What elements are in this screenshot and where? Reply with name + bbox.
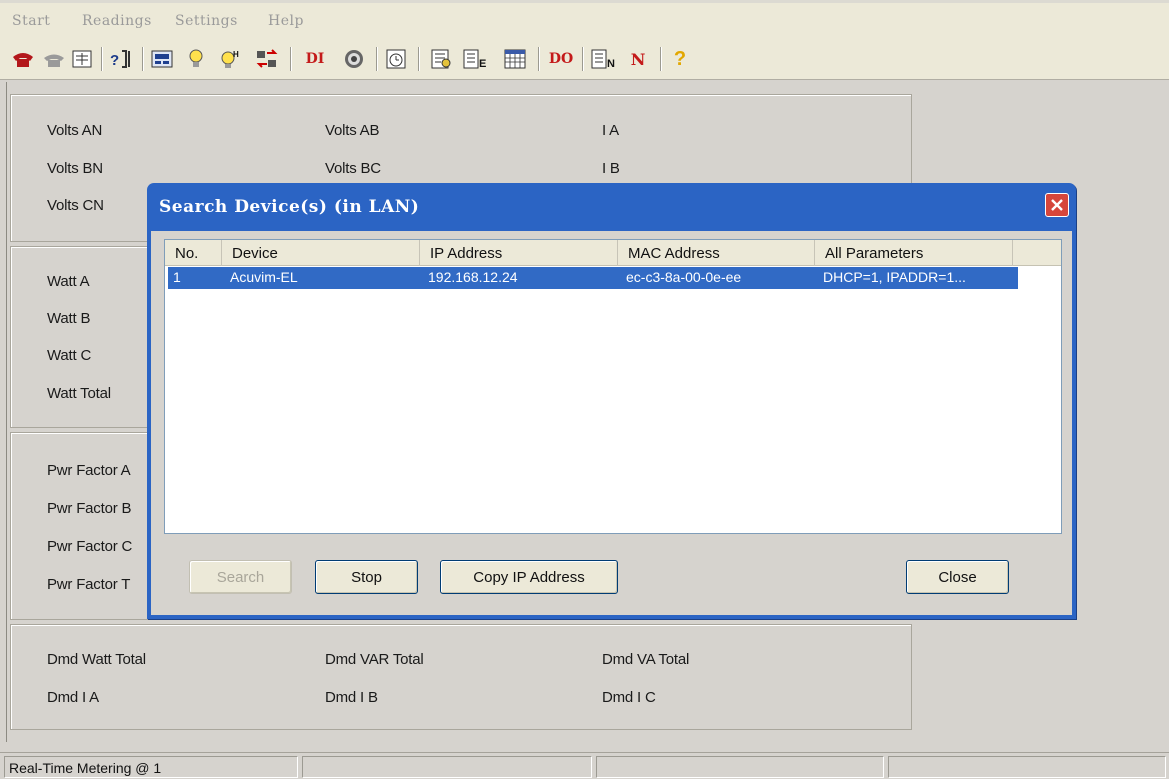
current-b-label: I B [602,160,620,177]
pwr-factor-c-label: Pwr Factor C [47,538,133,555]
energy-icon[interactable]: E [462,47,492,71]
meter-display-icon[interactable] [149,47,175,71]
column-header-mac-address[interactable]: MAC Address [618,240,815,266]
svg-text:H: H [233,50,239,59]
di-icon[interactable]: DI [300,47,330,71]
close-button[interactable]: Close [906,560,1009,594]
help-icon[interactable]: ? [668,47,692,71]
dial-icon[interactable] [342,47,366,71]
dmd-current-b-label: Dmd I B [325,689,378,706]
dmd-current-c-label: Dmd I C [602,689,656,706]
watt-total-label: Watt Total [47,385,111,402]
column-header-device[interactable]: Device [222,240,420,266]
toolbar: ? H DI E DO N N ? [0,38,1169,80]
device-list-header: No. Device IP Address MAC Address All Pa… [165,240,1061,266]
menu-help[interactable]: Help [268,13,304,29]
device-row[interactable]: 1 Acuvim-EL 192.168.12.24 ec-c3-8a-00-0e… [168,267,1018,289]
volts-an-label: Volts AN [47,122,103,139]
volts-bn-label: Volts BN [47,160,103,177]
pwr-factor-a-label: Pwr Factor A [47,462,131,479]
report-icon[interactable] [428,47,454,71]
device-list-icon[interactable] [70,47,94,71]
menu-readings[interactable]: Readings [82,13,152,29]
svg-text:E: E [479,58,486,70]
do-icon[interactable]: DO [546,47,576,71]
query-icon[interactable]: ? [108,47,136,71]
search-devices-dialog: Search Device(s) (in LAN) No. Device IP … [147,183,1076,619]
lamp-harmonics-icon[interactable]: H [218,47,244,71]
volts-ab-label: Volts AB [325,122,380,139]
n-icon[interactable]: N [628,47,648,71]
device-row-no: 1 [173,269,181,285]
dialog-title: Search Device(s) (in LAN) [159,197,420,217]
status-bar: Real-Time Metering @ 1 [0,752,1169,779]
status-panel-4 [888,756,1166,778]
current-a-label: I A [602,122,619,139]
dmd-current-a-label: Dmd I A [47,689,99,706]
pwr-factor-total-label: Pwr Factor T [47,576,131,593]
close-icon[interactable] [1045,193,1069,217]
clock-icon[interactable] [384,47,408,71]
device-row-device: Acuvim-EL [230,269,298,285]
volts-cn-label: Volts CN [47,197,104,214]
copy-ip-address-button[interactable]: Copy IP Address [440,560,618,594]
dmd-va-total-label: Dmd VA Total [602,651,690,668]
watt-b-label: Watt B [47,310,91,327]
pwr-factor-b-label: Pwr Factor B [47,500,132,517]
search-button[interactable]: Search [189,560,292,594]
status-panel-2 [302,756,592,778]
column-header-ip-address[interactable]: IP Address [420,240,618,266]
dmd-var-total-label: Dmd VAR Total [325,651,424,668]
volts-bc-label: Volts BC [325,160,381,177]
watt-a-label: Watt A [47,273,90,290]
phone-disconnect-icon[interactable] [42,47,66,71]
stop-button[interactable]: Stop [315,560,418,594]
svg-text:?: ? [110,52,119,69]
dialog-titlebar[interactable]: Search Device(s) (in LAN) [151,183,1072,231]
dialog-body: No. Device IP Address MAC Address All Pa… [151,231,1072,615]
column-header-no[interactable]: No. [165,240,222,266]
status-panel-3 [596,756,884,778]
calendar-icon[interactable] [502,47,528,71]
column-header-all-parameters[interactable]: All Parameters [815,240,1013,266]
device-row-params: DHCP=1, IPADDR=1... [823,269,966,285]
energy-n-icon[interactable]: N [590,47,620,71]
device-list[interactable]: No. Device IP Address MAC Address All Pa… [164,239,1062,534]
device-row-ip: 192.168.12.24 [428,269,518,285]
svg-text:N: N [607,58,615,70]
menu-bar: Start Readings Settings Help [0,0,1169,38]
transfer-icon[interactable] [254,47,280,71]
menu-start[interactable]: Start [12,13,50,29]
lamp-icon[interactable] [185,47,207,71]
watt-c-label: Watt C [47,347,92,364]
device-row-mac: ec-c3-8a-00-0e-ee [626,269,742,285]
phone-connect-icon[interactable] [10,47,36,71]
dmd-watt-total-label: Dmd Watt Total [47,651,146,668]
menu-settings[interactable]: Settings [175,13,238,29]
demand-group [10,624,912,730]
status-text: Real-Time Metering @ 1 [4,756,298,778]
